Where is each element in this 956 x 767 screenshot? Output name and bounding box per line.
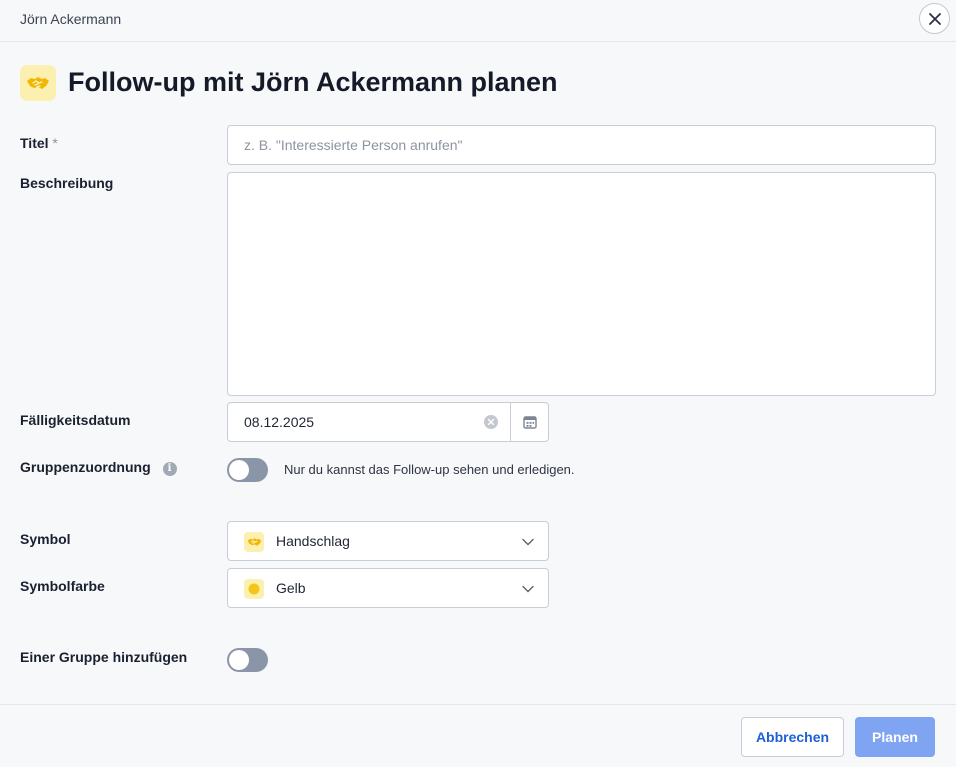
title-input[interactable] <box>227 125 936 165</box>
due-date-label: Fälligkeitsdatum <box>20 412 131 428</box>
due-date-value: 08.12.2025 <box>244 414 315 430</box>
add-to-group-toggle[interactable] <box>227 648 268 672</box>
color-swatch <box>244 579 264 599</box>
group-assignment-hint: Nur du kannst das Follow-up sehen und er… <box>284 462 575 477</box>
group-assignment-toggle[interactable] <box>227 458 268 482</box>
handshake-icon <box>27 77 49 89</box>
symbol-color-label: Symbolfarbe <box>20 578 105 594</box>
title-label: Titel * <box>20 135 58 151</box>
plan-button[interactable]: Planen <box>855 717 935 757</box>
group-assignment-label: Gruppenzuordnung i <box>20 459 177 476</box>
symbol-color-value: Gelb <box>276 580 306 596</box>
required-marker: * <box>52 135 58 151</box>
add-to-group-label: Einer Gruppe hinzufügen <box>20 649 188 665</box>
title-label-text: Titel <box>20 135 49 151</box>
symbol-color-select[interactable]: Gelb <box>227 568 549 608</box>
heading-symbol <box>20 65 56 101</box>
toggle-knob <box>229 460 249 480</box>
close-icon <box>928 12 941 25</box>
symbol-select[interactable]: Handschlag <box>227 521 549 561</box>
description-label: Beschreibung <box>20 175 114 191</box>
dialog-header: Jörn Ackermann <box>0 0 956 42</box>
toggle-knob <box>229 650 249 670</box>
description-textarea[interactable] <box>227 172 936 396</box>
clear-date-button[interactable] <box>484 415 498 429</box>
close-button[interactable] <box>919 3 950 34</box>
color-dot-icon <box>248 583 260 595</box>
symbol-swatch <box>244 532 264 552</box>
group-assignment-label-text: Gruppenzuordnung <box>20 459 151 475</box>
calendar-icon <box>522 416 537 429</box>
cancel-button[interactable]: Abbrechen <box>741 717 844 757</box>
info-icon[interactable]: i <box>162 462 177 476</box>
dialog-header-title: Jörn Ackermann <box>20 11 122 27</box>
symbol-label: Symbol <box>20 531 71 547</box>
symbol-select-value: Handschlag <box>276 533 350 549</box>
clear-icon <box>487 418 495 426</box>
page-title: Follow-up mit Jörn Ackermann planen <box>68 67 558 97</box>
due-date-field[interactable]: 08.12.2025 <box>227 402 549 442</box>
calendar-button[interactable] <box>510 403 548 441</box>
dialog-footer: Abbrechen Planen <box>0 704 956 767</box>
chevron-down-icon <box>522 585 534 593</box>
chevron-down-icon <box>522 538 534 546</box>
handshake-icon <box>247 538 261 546</box>
